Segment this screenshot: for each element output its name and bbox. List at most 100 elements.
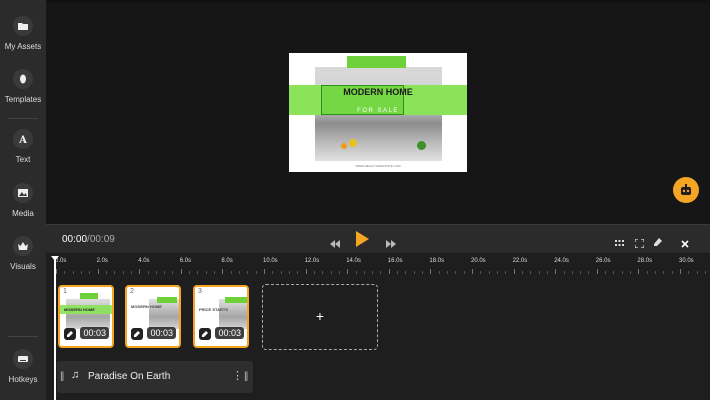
ruler-minor-tick (588, 271, 590, 274)
rewind-button[interactable] (330, 235, 340, 253)
text-icon: A (13, 129, 33, 149)
ruler-minor-tick (538, 271, 540, 274)
ruler-tick (56, 269, 57, 274)
ruler-minor-tick (372, 271, 374, 274)
ruler-tick-label: 2.0s (96, 258, 108, 264)
photo-detail (417, 141, 426, 150)
audio-title: Paradise On Earth (88, 371, 171, 382)
ruler-minor-tick (438, 271, 440, 274)
ruler-tick-label: 10.0s (263, 258, 278, 264)
clip-text: MODERN HOME (131, 304, 162, 309)
ruler-minor-tick (505, 271, 507, 274)
folder-icon (13, 16, 33, 36)
ruler-minor-tick (455, 271, 457, 274)
ruler-minor-tick (563, 271, 565, 274)
ruler-minor-tick (413, 271, 415, 274)
playhead[interactable] (54, 258, 56, 400)
ruler-tick (638, 269, 640, 274)
photo-detail (341, 143, 347, 149)
templates-icon (13, 69, 33, 89)
forward-button[interactable] (386, 235, 396, 253)
sidebar-item-label: Templates (4, 95, 42, 104)
drag-handle-right[interactable]: || (244, 371, 248, 382)
grid-view-button[interactable] (615, 235, 624, 253)
ruler-tick-label: 26.0s (595, 258, 611, 264)
ruler-tick (347, 269, 349, 274)
preview-slide[interactable]: MODERN HOME FOR SALE WWW.REALLYGREATSITE… (289, 53, 467, 172)
preview-canvas: MODERN HOME FOR SALE WWW.REALLYGREATSITE… (46, 0, 710, 224)
playhead-handle[interactable] (51, 256, 59, 261)
ruler-tick (180, 269, 182, 274)
ruler-tick (472, 269, 473, 274)
ruler-minor-tick (688, 271, 690, 274)
more-options-icon[interactable]: ⋮ (232, 369, 243, 382)
ruler-tick (430, 269, 432, 274)
ruler-minor-tick (696, 271, 698, 274)
play-button[interactable] (355, 231, 369, 252)
sidebar-item-my-assets[interactable]: My Assets (0, 16, 46, 51)
forward-icon (386, 240, 396, 248)
ruler-minor-tick (330, 271, 332, 274)
eraser-button[interactable] (653, 234, 663, 252)
sidebar-item-visuals[interactable]: Visuals (0, 236, 46, 271)
sidebar-item-hotkeys[interactable]: Hotkeys (0, 349, 46, 384)
ruler-minor-tick (605, 271, 607, 274)
timeline-ruler[interactable]: 0.0s 2.0s 4.0s 6.0s 8.0s 10.0s 12.0s 14.0s 16.0s… (46, 254, 710, 276)
crown-icon (13, 236, 33, 256)
play-icon (356, 231, 369, 247)
ruler-tick (264, 269, 265, 274)
ruler-minor-tick (355, 271, 357, 274)
ruler-minor-tick (205, 271, 207, 274)
clip-2[interactable]: MODERN HOME 2 00:03 (125, 285, 181, 348)
ruler-minor-tick (704, 271, 706, 274)
ruler-tick-label: 14.0s (346, 258, 361, 264)
ruler-tick (513, 269, 515, 274)
ruler-tick (388, 269, 390, 274)
ruler-tick-label: 28.0s (637, 258, 653, 264)
assistant-button[interactable] (673, 177, 699, 203)
ruler-minor-tick (580, 271, 582, 274)
sidebar-item-label: My Assets (4, 42, 42, 51)
sidebar-item-templates[interactable]: Templates (0, 69, 46, 104)
ruler-minor-tick (130, 271, 132, 274)
edit-clip-button[interactable] (64, 328, 76, 340)
playback-controls: 00:00/00:09 (46, 224, 710, 254)
ruler-minor-tick (405, 271, 407, 274)
clip-green-bar (157, 297, 177, 303)
sidebar-item-text[interactable]: A Text (0, 129, 46, 164)
ruler-minor-tick (172, 271, 174, 274)
ruler-minor-tick (546, 271, 548, 274)
ruler-tick (596, 269, 598, 274)
ruler-minor-tick (114, 271, 116, 274)
add-clip-label: + (315, 308, 325, 324)
ruler-minor-tick (247, 271, 249, 274)
ruler-minor-tick (189, 271, 191, 274)
fullscreen-button[interactable] (634, 235, 645, 253)
ruler-minor-tick (363, 271, 365, 274)
sidebar-divider (8, 118, 38, 119)
ruler-minor-tick (630, 271, 632, 274)
edit-clip-button[interactable] (199, 328, 211, 340)
ruler-minor-tick (646, 271, 648, 274)
ruler-minor-tick (671, 271, 673, 274)
clip-number: 2 (130, 288, 134, 295)
ruler-tick-label: 18.0s (429, 258, 445, 264)
sidebar-item-media[interactable]: Media (0, 183, 46, 218)
ruler-tick (139, 269, 141, 274)
sidebar-item-label: Hotkeys (8, 375, 38, 384)
clip-3[interactable]: PRICE STARTS 3 00:03 (193, 285, 249, 348)
ruler-minor-tick (122, 271, 124, 274)
ruler-minor-tick (72, 271, 74, 274)
image-icon (13, 183, 33, 203)
svg-text:A: A (18, 135, 27, 145)
audio-track[interactable]: || ♫ Paradise On Earth ⋮ || (57, 361, 253, 393)
clip-1[interactable]: MODERN HOME 1 00:03 (58, 285, 114, 348)
drag-handle-left[interactable]: || (60, 371, 64, 382)
ruler-tick-label: 8.0s (221, 258, 233, 264)
close-button[interactable] (681, 235, 689, 253)
ruler-tick-label: 22.0s (512, 258, 528, 264)
ruler-minor-tick (613, 271, 615, 274)
edit-clip-button[interactable] (131, 328, 143, 340)
add-clip-button[interactable]: + (262, 284, 378, 350)
slide-title: MODERN HOME (343, 87, 413, 97)
